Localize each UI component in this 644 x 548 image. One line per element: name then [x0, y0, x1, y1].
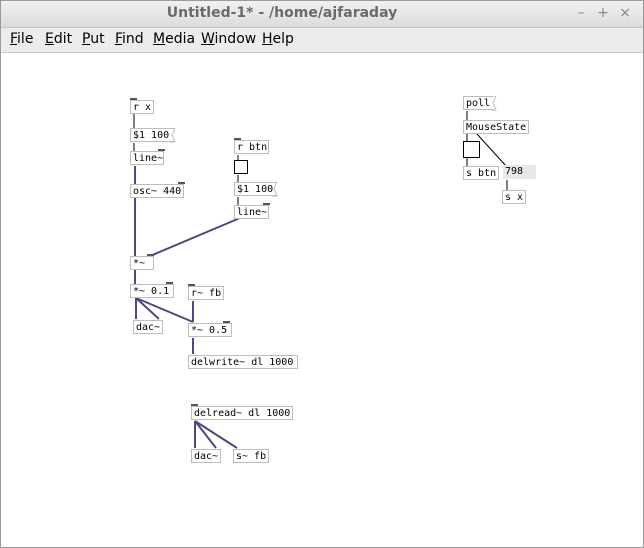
patch-cords	[133, 111, 508, 449]
bang-button-1[interactable]	[234, 160, 248, 174]
object-mul-05[interactable]: *~ 0.5	[188, 323, 232, 337]
cord-mul01-dacR	[135, 297, 160, 320]
inlet[interactable]	[178, 182, 185, 184]
cord-mousestate-number	[476, 133, 507, 167]
message-box-2[interactable]: $1 100	[234, 182, 276, 196]
inlet[interactable]	[191, 404, 198, 406]
object-r-btn[interactable]: r btn	[234, 140, 269, 154]
message-flag	[272, 182, 278, 197]
object-r-fb[interactable]: r~ fb	[188, 286, 224, 300]
object-osc[interactable]: osc~ 440	[130, 184, 184, 198]
inlet[interactable]	[188, 284, 195, 286]
inlet[interactable]	[147, 254, 154, 256]
cord-line2-mul	[149, 217, 241, 257]
inlet[interactable]	[263, 203, 270, 205]
cord-delread-sfb	[194, 420, 238, 449]
inlet[interactable]	[166, 282, 173, 284]
number-box[interactable]: 798	[503, 165, 536, 179]
message-box-poll[interactable]: poll	[463, 96, 493, 110]
object-dac-1[interactable]: dac~	[133, 320, 163, 334]
cord-delread-dacR	[194, 420, 217, 449]
message-box-1[interactable]: $1 100	[130, 128, 174, 142]
object-line-2[interactable]: line~	[234, 205, 269, 219]
object-line-1[interactable]: line~	[130, 151, 164, 165]
cord-mul01-mul05	[135, 297, 194, 323]
object-delwrite[interactable]: delwrite~ dl 1000	[188, 355, 298, 369]
object-s-btn[interactable]: s btn	[463, 166, 499, 180]
object-r-x[interactable]: r x	[130, 100, 154, 114]
inlet[interactable]	[130, 98, 137, 100]
object-dac-2[interactable]: dac~	[191, 449, 221, 463]
object-s-fb[interactable]: s~ fb	[233, 449, 269, 463]
inlet[interactable]	[234, 138, 241, 140]
bang-button-2[interactable]	[463, 141, 480, 158]
inlet[interactable]	[158, 149, 165, 151]
object-delread[interactable]: delread~ dl 1000	[191, 406, 293, 420]
object-s-x[interactable]: s x	[502, 190, 526, 204]
message-flag	[491, 96, 497, 111]
object-mul-01[interactable]: *~ 0.1	[130, 284, 174, 298]
message-flag	[170, 128, 176, 143]
object-mul[interactable]: *~	[130, 256, 154, 270]
object-mousestate[interactable]: MouseState	[463, 120, 529, 134]
inlet[interactable]	[223, 321, 230, 323]
